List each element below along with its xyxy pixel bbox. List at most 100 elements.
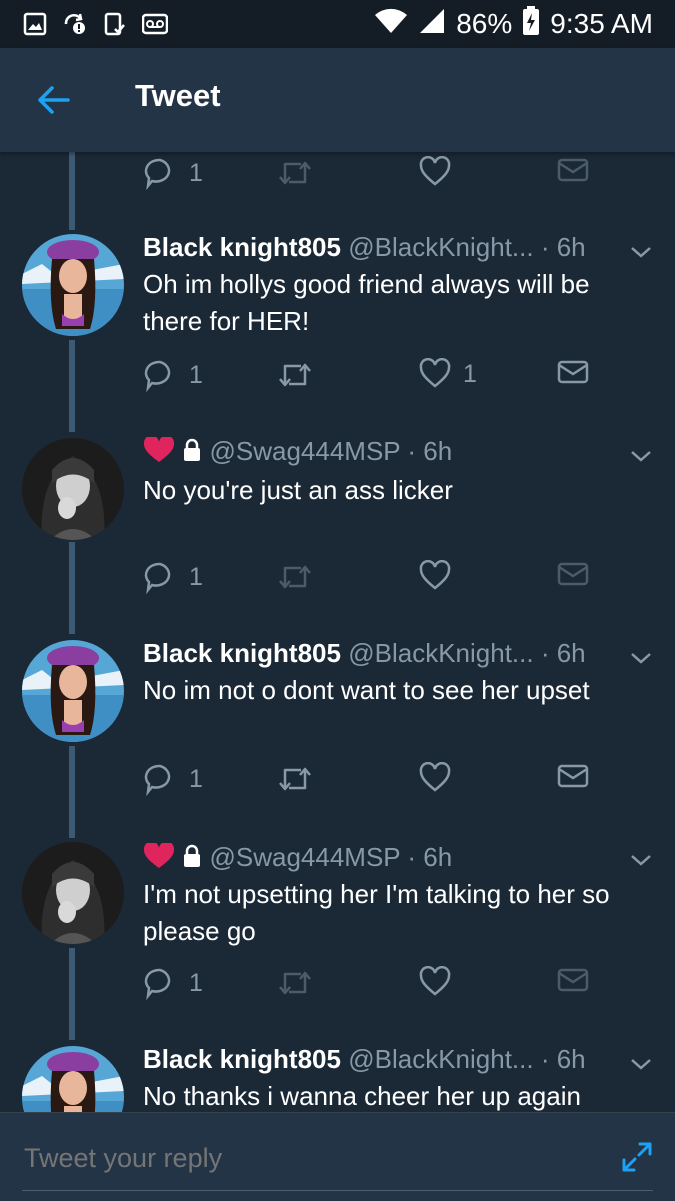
- timestamp: · 6h: [540, 638, 586, 668]
- timestamp: · 6h: [407, 436, 453, 466]
- heart-icon: [419, 762, 451, 792]
- reply-count: 1: [189, 360, 203, 389]
- reply-button[interactable]: 1: [143, 560, 203, 594]
- envelope-icon: [557, 360, 589, 384]
- avatar[interactable]: [22, 842, 124, 944]
- lock-icon: [182, 436, 209, 466]
- like-button[interactable]: [419, 966, 451, 998]
- dm-button[interactable]: [557, 156, 589, 184]
- dm-button[interactable]: [557, 560, 589, 588]
- reply-count: 1: [189, 562, 203, 591]
- thread-line: [69, 152, 75, 230]
- user-handle[interactable]: @Swag444MSP: [209, 842, 400, 872]
- reply-icon: [144, 562, 171, 594]
- reply-count: 1: [189, 158, 203, 187]
- like-button[interactable]: [419, 156, 451, 188]
- status-bar: 86% 9:35 AM: [0, 0, 675, 48]
- reply-icon: [144, 968, 171, 1000]
- dm-button[interactable]: [557, 762, 589, 790]
- dm-button[interactable]: [557, 966, 589, 994]
- back-arrow-icon[interactable]: [34, 80, 74, 120]
- reply-count: 1: [189, 968, 203, 997]
- conversation-feed[interactable]: 1 Black knight805 @BlackKnight... · 6h O…: [0, 152, 675, 1112]
- display-name[interactable]: Black knight805: [143, 1044, 341, 1074]
- heart-emoji-icon: [143, 841, 182, 872]
- avatar[interactable]: [22, 640, 124, 742]
- chevron-down-icon[interactable]: [629, 448, 653, 464]
- thread-line: [69, 746, 75, 838]
- retweet-button[interactable]: [277, 156, 313, 190]
- retweet-icon: [279, 767, 311, 791]
- retweet-button[interactable]: [277, 358, 313, 392]
- user-handle[interactable]: @Swag444MSP: [209, 436, 400, 466]
- input-underline: [22, 1190, 653, 1191]
- envelope-icon: [557, 562, 589, 586]
- chevron-down-icon[interactable]: [629, 852, 653, 868]
- retweet-button[interactable]: [277, 966, 313, 1000]
- display-name[interactable]: Black knight805: [143, 638, 341, 668]
- heart-icon: [419, 358, 451, 388]
- heart-icon: [419, 966, 451, 996]
- timestamp: · 6h: [540, 232, 586, 262]
- tweet-text: No im not o dont want to see her upset: [143, 675, 590, 705]
- reply-icon: [144, 360, 171, 392]
- timestamp: · 6h: [407, 842, 453, 872]
- reply-button[interactable]: 1: [143, 156, 203, 190]
- heart-icon: [419, 156, 451, 186]
- envelope-icon: [557, 158, 589, 182]
- device-check-icon: [102, 12, 128, 36]
- reply-icon: [144, 764, 171, 796]
- user-handle[interactable]: @BlackKnight...: [348, 638, 533, 668]
- retweet-icon: [279, 971, 311, 995]
- reply-bar: [0, 1112, 675, 1201]
- like-button[interactable]: [419, 762, 451, 794]
- like-count: 1: [463, 359, 477, 388]
- retweet-icon: [279, 161, 311, 185]
- chevron-down-icon[interactable]: [629, 650, 653, 666]
- tweet-text: No thanks i wanna cheer her up again: [143, 1081, 581, 1111]
- avatar[interactable]: [22, 234, 124, 336]
- action-bar: 1: [143, 560, 593, 600]
- page-title: Tweet: [135, 78, 221, 113]
- thread-line: [69, 542, 75, 634]
- reply-button[interactable]: 1: [143, 358, 203, 392]
- chevron-down-icon[interactable]: [629, 1056, 653, 1072]
- lock-icon: [182, 842, 209, 872]
- battery-charging-icon: [522, 5, 540, 43]
- reply-count: 1: [189, 764, 203, 793]
- heart-emoji-icon: [143, 435, 182, 466]
- like-button[interactable]: [419, 560, 451, 592]
- envelope-icon: [557, 764, 589, 788]
- action-bar: 1 1: [143, 358, 593, 398]
- user-handle[interactable]: @BlackKnight...: [348, 232, 533, 262]
- like-button[interactable]: 1: [419, 358, 477, 390]
- tweet-text: I'm not upsetting her I'm talking to her…: [143, 879, 610, 946]
- action-bar: 1: [143, 966, 593, 1006]
- heart-icon: [419, 560, 451, 590]
- avatar[interactable]: [22, 438, 124, 540]
- avatar[interactable]: [22, 1046, 124, 1112]
- wifi-icon: [374, 7, 408, 42]
- dm-button[interactable]: [557, 358, 589, 386]
- envelope-icon: [557, 968, 589, 992]
- display-name[interactable]: Black knight805: [143, 232, 341, 262]
- action-bar: 1: [143, 156, 593, 196]
- battery-level: 86%: [456, 8, 513, 39]
- retweet-button[interactable]: [277, 762, 313, 796]
- retweet-icon: [279, 565, 311, 589]
- retweet-button[interactable]: [277, 560, 313, 594]
- reply-button[interactable]: 1: [143, 966, 203, 1000]
- user-handle[interactable]: @BlackKnight...: [348, 1044, 533, 1074]
- chevron-down-icon[interactable]: [629, 244, 653, 260]
- thread-line: [69, 948, 75, 1040]
- timestamp: · 6h: [540, 1044, 586, 1074]
- action-bar: 1: [143, 762, 593, 802]
- tweet-text: No you're just an ass licker: [143, 475, 453, 505]
- voicemail-icon: [142, 12, 168, 36]
- sync-alert-icon: [62, 12, 88, 36]
- reply-button[interactable]: 1: [143, 762, 203, 796]
- signal-icon: [418, 7, 446, 42]
- reply-input[interactable]: [22, 1137, 586, 1179]
- reply-icon: [144, 158, 171, 190]
- expand-icon[interactable]: [621, 1141, 653, 1173]
